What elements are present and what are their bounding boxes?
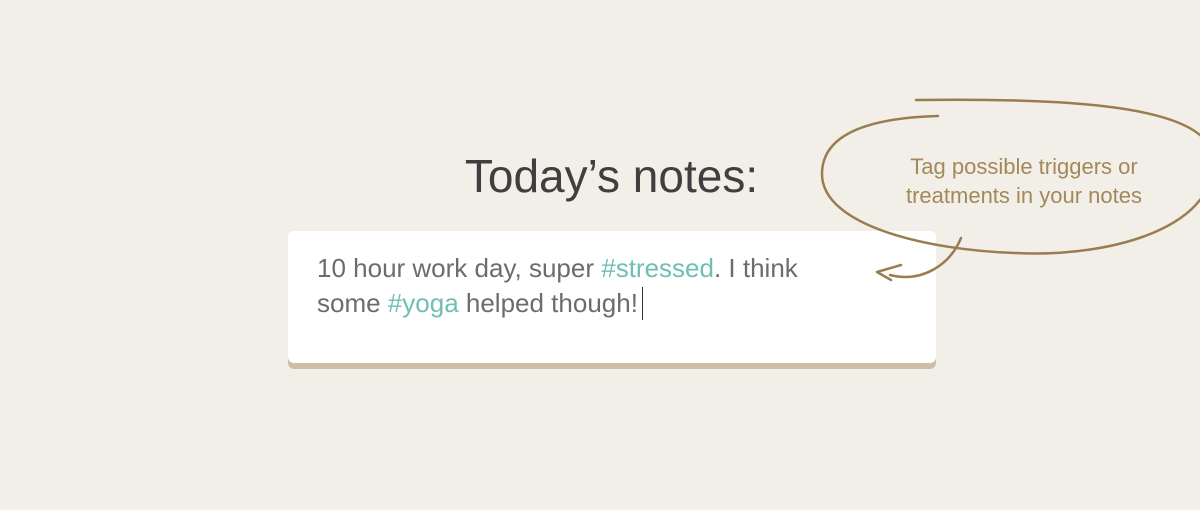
callout-line-2: treatments in your notes [905, 183, 1142, 208]
hashtag-yoga[interactable]: #yoga [388, 288, 459, 318]
notes-line-1: 10 hour work day, super #stressed. I thi… [317, 251, 877, 286]
note-text: helped though! [458, 288, 638, 318]
callout-line-1: Tag possible triggers or [910, 154, 1138, 179]
note-text: 10 hour work day, super [317, 253, 602, 283]
notes-card: 10 hour work day, super #stressed. I thi… [288, 231, 936, 363]
notes-text-editor[interactable]: 10 hour work day, super #stressed. I thi… [317, 251, 877, 321]
text-cursor [641, 287, 643, 320]
notes-line-2: some #yoga helped though! [317, 286, 877, 321]
note-text: . I think [713, 253, 798, 283]
callout-text: Tag possible triggers or treatments in y… [868, 152, 1180, 210]
note-text: some [317, 288, 388, 318]
hashtag-stressed[interactable]: #stressed [601, 253, 714, 283]
